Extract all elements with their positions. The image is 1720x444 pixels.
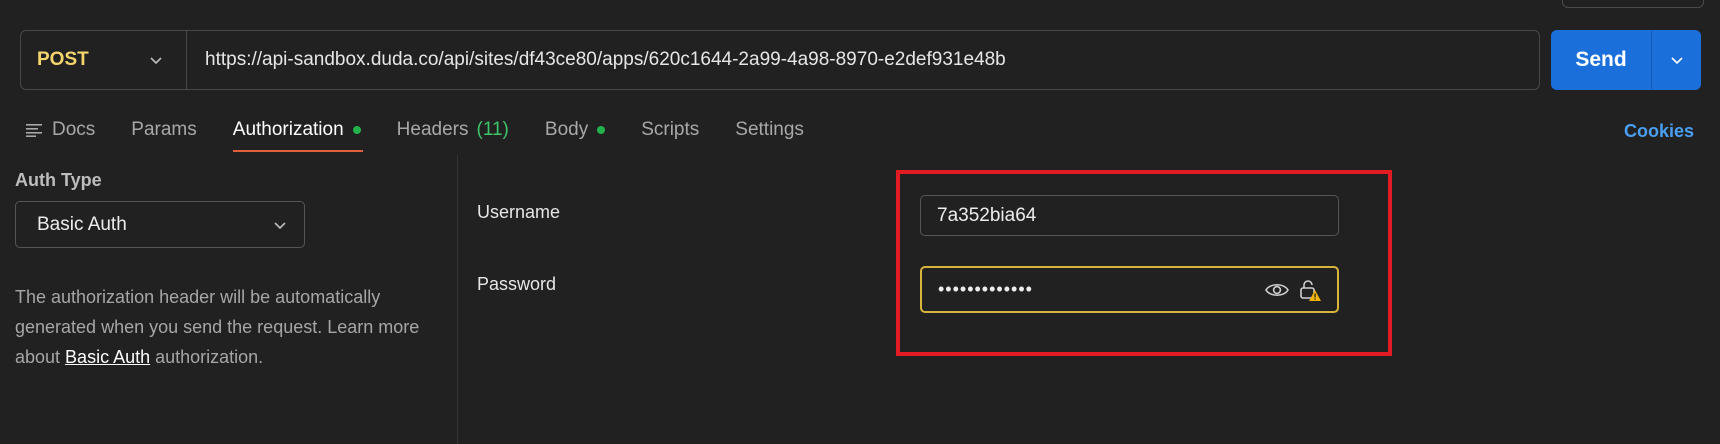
send-button-group: Send: [1551, 30, 1701, 90]
headers-count: (11): [476, 119, 509, 140]
status-dot: [352, 126, 361, 134]
chevron-down-icon: [150, 57, 162, 65]
status-dot: [597, 126, 606, 134]
auth-type-label: Auth Type: [15, 170, 102, 190]
chevron-down-icon: [274, 222, 286, 230]
top-right-control[interactable]: [1562, 0, 1704, 8]
auth-description: The authorization header will be automat…: [15, 282, 425, 372]
request-url-bar: POST https://api-sandbox.duda.co/api/sit…: [20, 30, 1540, 90]
request-tabs: Docs Params Authorization Headers (11) B…: [26, 118, 840, 154]
auth-desc-suffix: authorization.: [150, 347, 264, 367]
tab-label: Headers: [396, 119, 469, 140]
send-button[interactable]: Send: [1551, 48, 1651, 72]
docs-icon: [26, 124, 42, 137]
basic-auth-link[interactable]: Basic Auth: [65, 347, 150, 367]
tab-body[interactable]: Body: [544, 118, 606, 142]
password-label: Password: [477, 274, 557, 294]
auth-type-select[interactable]: Basic Auth: [15, 201, 305, 248]
method-label: POST: [37, 49, 89, 70]
tab-label: Settings: [735, 119, 804, 140]
tab-label: Body: [544, 119, 589, 140]
chevron-down-icon: [1670, 57, 1683, 65]
tab-label: Docs: [52, 119, 96, 140]
method-select[interactable]: POST: [21, 31, 187, 89]
tab-headers[interactable]: Headers (11): [397, 118, 509, 142]
cookies-link[interactable]: Cookies: [1624, 121, 1694, 142]
auth-type-value: Basic Auth: [37, 213, 127, 235]
tab-docs[interactable]: Docs: [26, 118, 95, 142]
tab-label: Authorization: [232, 119, 344, 140]
annotation-highlight-box: [896, 170, 1392, 356]
send-options-button[interactable]: [1652, 52, 1701, 68]
tab-scripts[interactable]: Scripts: [641, 118, 699, 142]
panel-divider: [457, 155, 458, 444]
tab-settings[interactable]: Settings: [735, 118, 804, 142]
auth-type-panel: Auth Type Basic Auth The authorization h…: [15, 170, 435, 367]
tab-authorization[interactable]: Authorization: [232, 118, 363, 152]
username-label: Username: [477, 202, 561, 222]
url-input[interactable]: https://api-sandbox.duda.co/api/sites/df…: [187, 49, 1006, 71]
tab-params[interactable]: Params: [131, 118, 196, 142]
tab-label: Scripts: [641, 119, 700, 140]
tab-label: Params: [131, 119, 197, 140]
